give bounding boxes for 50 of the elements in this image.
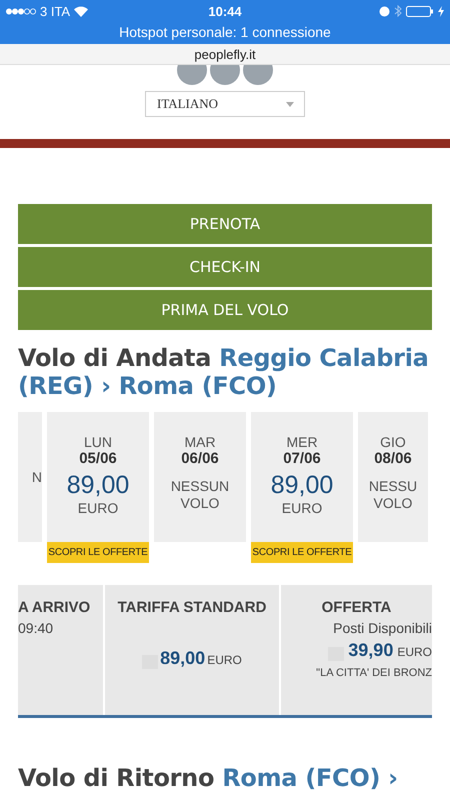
currency-label: EURO bbox=[397, 645, 432, 659]
fare-price: 39,90 bbox=[348, 640, 394, 661]
offers-button[interactable]: SCOPRI LE OFFERTE bbox=[251, 542, 353, 563]
nav-button[interactable]: PRIMA DEL VOLO bbox=[18, 290, 432, 330]
day-card[interactable]: MER 07/06 89,00 EURO bbox=[251, 412, 353, 542]
day-card[interactable]: GIO 08/06 NESSU VOLO bbox=[358, 412, 428, 542]
no-flight-text: VOLO bbox=[180, 495, 220, 512]
no-flight-text: N bbox=[32, 468, 42, 486]
language-select[interactable]: ITALIANO bbox=[145, 91, 305, 117]
carrier-name: 3 ITA bbox=[40, 4, 70, 18]
weekday-label: MAR bbox=[184, 434, 216, 450]
offers-button[interactable]: SCOPRI LE OFFERTE bbox=[47, 542, 149, 563]
battery-icon bbox=[406, 6, 434, 16]
charging-icon bbox=[438, 6, 444, 16]
fare-price: 89,00 bbox=[160, 648, 206, 669]
no-flight-text: NESSU bbox=[368, 478, 418, 495]
date-label: 08/06 bbox=[374, 450, 412, 468]
no-flight-text: VOLO bbox=[374, 495, 412, 512]
section-heading: Volo di Andata Reggio Calabria (REG) › Roma (FCO) bbox=[18, 344, 430, 400]
bluetooth-icon bbox=[394, 5, 402, 17]
hotspot-banner[interactable]: Hotspot personale: 1 connessione bbox=[0, 22, 450, 42]
currency-label: EURO bbox=[282, 500, 322, 516]
caret-icon bbox=[286, 102, 294, 106]
weekday-label: GIO bbox=[380, 434, 406, 450]
date-label: 07/06 bbox=[283, 450, 321, 468]
no-flight-text: NESSUN bbox=[170, 478, 230, 495]
wifi-icon bbox=[74, 6, 88, 16]
weekday-label: MER bbox=[286, 434, 318, 450]
column-header: OFFERTA bbox=[322, 599, 392, 616]
weekday-label: LUN bbox=[84, 434, 112, 450]
arrival-time: 09:40 bbox=[18, 620, 54, 636]
price-label: 89,00 bbox=[270, 470, 334, 500]
nav-button[interactable]: PRENOTA bbox=[18, 204, 432, 244]
offer-name: "LA CITTA' DEI BRONZ bbox=[316, 667, 432, 679]
currency-label: EURO bbox=[78, 500, 118, 516]
date-label: 06/06 bbox=[181, 450, 219, 468]
availability-note: Posti Disponibili bbox=[333, 620, 432, 636]
column-header: TARIFFA STANDARD bbox=[118, 599, 266, 616]
clock-time: 10:44 bbox=[208, 4, 242, 18]
day-card[interactable]: N bbox=[18, 412, 42, 542]
section-heading: Volo di Ritorno Roma (FCO) › bbox=[18, 764, 399, 792]
address-bar[interactable]: peoplefly.it bbox=[194, 46, 256, 62]
currency-label: EURO bbox=[207, 653, 242, 667]
day-card[interactable]: LUN 05/06 89,00 EURO bbox=[47, 412, 149, 542]
date-label: 05/06 bbox=[79, 450, 117, 468]
column-header: A ARRIVO bbox=[18, 599, 90, 616]
price-label: 89,00 bbox=[66, 470, 130, 500]
day-card[interactable]: MAR 06/06 NESSUN VOLO bbox=[154, 412, 246, 542]
nav-button[interactable]: CHECK-IN bbox=[18, 247, 432, 287]
signal-icon bbox=[6, 8, 36, 14]
